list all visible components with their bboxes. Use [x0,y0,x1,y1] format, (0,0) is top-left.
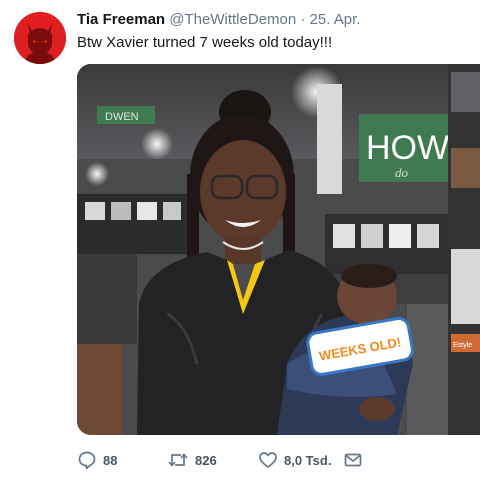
display-name[interactable]: Tia Freeman [77,11,165,28]
heart-icon [259,452,277,468]
store-sign-text: HOW [366,129,449,167]
devil-avatar-icon [14,12,66,64]
tweet-header: Tia Freeman @TheWittleDemon · 25. Apr. [77,10,360,30]
tweet-actions: 88 826 8,0 Tsd. [77,446,477,474]
like-button[interactable]: 8,0 Tsd. [258,446,331,474]
envelope-icon [344,453,362,467]
retweet-arrows-icon [168,453,188,467]
reply-bubble-icon [78,451,96,470]
tweet-media-photo[interactable]: DWEN HOW do Estyle WEEKS OLD! [77,64,480,435]
reply-count: 88 [103,452,118,468]
like-count: 8,0 Tsd. [284,452,332,468]
retweet-button[interactable]: 826 [167,446,217,474]
side-tag-text: Estyle [453,342,472,349]
user-handle[interactable]: @TheWittleDemon [169,11,296,28]
direct-message-button[interactable] [343,446,363,474]
retweet-count: 826 [195,452,217,468]
banner-left-text: DWEN [105,111,139,123]
avatar[interactable] [14,12,66,64]
store-sign-small-text: do [395,165,409,180]
reply-button[interactable]: 88 [77,446,117,474]
photo-illustration: DWEN HOW do Estyle WEEKS OLD! [77,64,480,435]
header-separator: · [300,11,306,28]
tweet-date[interactable]: 25. Apr. [310,11,361,28]
tweet-text: Btw Xavier turned 7 weeks old today!!! [77,34,333,51]
